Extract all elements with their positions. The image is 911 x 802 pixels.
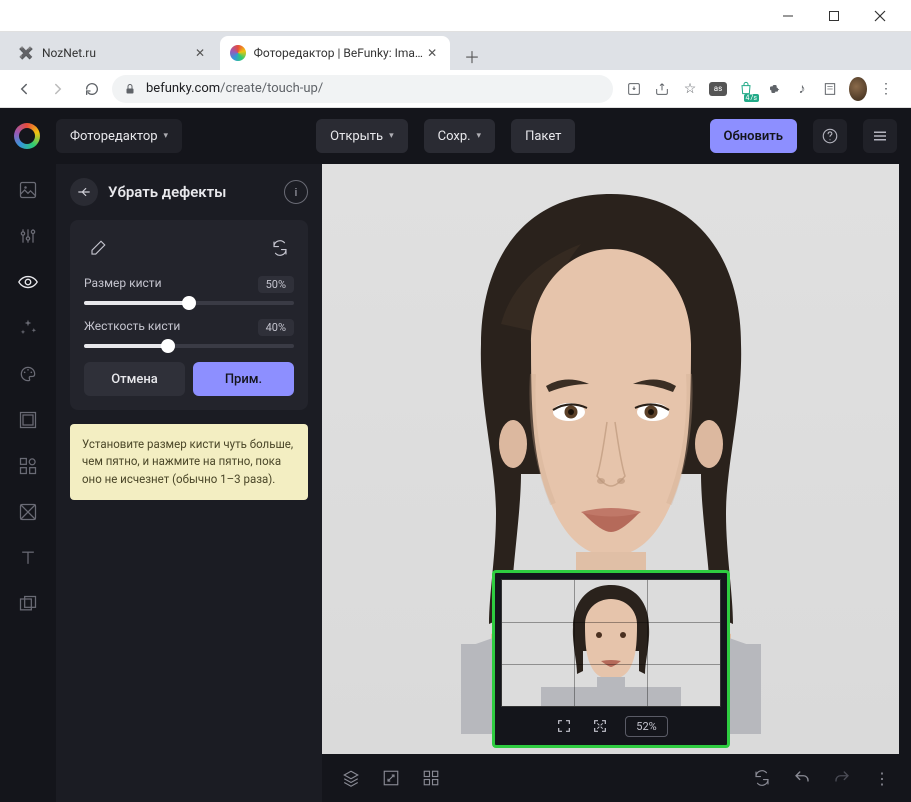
image-canvas[interactable]: 52% <box>322 164 899 754</box>
panel-back-button[interactable] <box>70 178 98 206</box>
cancel-button[interactable]: Отмена <box>84 362 185 396</box>
undo-icon[interactable] <box>791 767 813 789</box>
lock-icon <box>124 82 138 96</box>
brush-size-value: 50% <box>258 276 294 293</box>
chevron-down-icon: ▾ <box>164 131 169 141</box>
resize-icon[interactable] <box>380 767 402 789</box>
redo-icon[interactable] <box>831 767 853 789</box>
fullscreen-icon[interactable] <box>553 715 575 737</box>
profile-avatar[interactable] <box>849 80 867 98</box>
url-path: /create/touch-up/ <box>220 81 323 96</box>
eraser-icon[interactable] <box>84 234 112 262</box>
bookmark-star-icon[interactable]: ☆ <box>681 80 699 98</box>
navigator-thumbnail[interactable] <box>501 579 721 707</box>
grid-icon[interactable] <box>420 767 442 789</box>
chevron-down-icon: ▾ <box>477 131 482 141</box>
window-minimize-button[interactable] <box>765 0 811 32</box>
app-header: Фоторедактор ▾ Открыть ▾ Сохр. ▾ Пакет Обно… <box>0 108 911 164</box>
open-label: Открыть <box>330 129 383 144</box>
upgrade-button[interactable]: Обновить <box>710 119 797 153</box>
extension-lastfm-icon[interactable]: as <box>709 82 727 96</box>
browser-tab-strip: ✖️ NozNet.ru ✕ Фоторедактор | BeFunky: I… <box>0 32 911 70</box>
new-tab-button[interactable]: ＋ <box>458 42 486 70</box>
zoom-level-badge[interactable]: 52% <box>625 716 667 737</box>
batch-label: Пакет <box>525 129 561 144</box>
brush-size-slider[interactable]: Размер кисти 50% <box>84 276 294 305</box>
apply-button[interactable]: Прим. <box>193 362 294 396</box>
reading-list-icon[interactable] <box>821 80 839 98</box>
tab-close-icon[interactable]: ✕ <box>192 45 208 61</box>
window-controls <box>0 0 911 32</box>
extension-shopping-icon[interactable]: 47s <box>737 80 755 98</box>
tip-box: Установите размер кисти чуть больше, чем… <box>70 424 308 500</box>
canvas-area: 52% ⋮ <box>322 164 911 802</box>
batch-button[interactable]: Пакет <box>511 119 575 153</box>
browser-tab-befunky[interactable]: Фоторедактор | BeFunky: Image ✕ <box>220 36 450 70</box>
tool-rail <box>0 164 56 802</box>
befunky-logo-icon[interactable] <box>14 123 40 149</box>
menu-button[interactable] <box>863 119 897 153</box>
favicon-icon <box>230 45 246 61</box>
rail-edit-icon[interactable] <box>16 178 40 202</box>
upgrade-label: Обновить <box>724 129 783 144</box>
save-label: Сохр. <box>438 129 471 144</box>
rail-artsy-icon[interactable] <box>16 362 40 386</box>
url-domain: befunky.com <box>146 81 220 96</box>
info-button[interactable]: i <box>284 180 308 204</box>
window-maximize-button[interactable] <box>811 0 857 32</box>
nav-reload-button[interactable] <box>78 75 106 103</box>
rail-graphics-icon[interactable] <box>16 454 40 478</box>
browser-toolbar: befunky.com/create/touch-up/ ☆ as 47s ♪ … <box>0 70 911 108</box>
rail-effects-icon[interactable] <box>16 316 40 340</box>
panel-title: Убрать дефекты <box>108 183 274 201</box>
extensions-menu-icon[interactable] <box>765 80 783 98</box>
rail-textures-icon[interactable] <box>16 592 40 616</box>
hardness-slider[interactable]: Жесткость кисти 40% <box>84 319 294 348</box>
tab-title: Фоторедактор | BeFunky: Image <box>254 46 425 60</box>
editor-mode-dropdown[interactable]: Фоторедактор ▾ <box>56 119 182 153</box>
window-close-button[interactable] <box>857 0 903 32</box>
share-icon[interactable] <box>653 80 671 98</box>
save-dropdown[interactable]: Сохр. ▾ <box>424 119 495 153</box>
nav-back-button[interactable] <box>10 75 38 103</box>
brush-settings-card: Размер кисти 50% Жесткость кисти 40% Отмен… <box>70 220 308 410</box>
rail-frames-icon[interactable] <box>16 408 40 432</box>
favicon-icon: ✖️ <box>18 45 34 61</box>
bottom-toolbar: ⋮ <box>322 754 911 802</box>
browser-tab-noznet[interactable]: ✖️ NozNet.ru ✕ <box>8 36 218 70</box>
navigator-panel[interactable]: 52% <box>492 570 730 748</box>
nav-forward-button[interactable] <box>44 75 72 103</box>
help-button[interactable] <box>813 119 847 153</box>
rail-overlays-icon[interactable] <box>16 500 40 524</box>
extension-icons: ☆ as 47s ♪ ⋮ <box>619 80 901 98</box>
rail-text-icon[interactable] <box>16 546 40 570</box>
more-icon[interactable]: ⋮ <box>871 767 893 789</box>
app-root: Фоторедактор ▾ Открыть ▾ Сохр. ▾ Пакет Обно… <box>0 108 911 802</box>
brush-size-label: Размер кисти <box>84 276 162 293</box>
chevron-down-icon: ▾ <box>389 131 394 141</box>
tool-panel: Убрать дефекты i Размер кисти 50% Жесткос… <box>56 164 322 802</box>
install-app-icon[interactable] <box>625 80 643 98</box>
extension-music-icon[interactable]: ♪ <box>793 80 811 98</box>
rail-adjust-icon[interactable] <box>16 224 40 248</box>
open-dropdown[interactable]: Открыть ▾ <box>316 119 407 153</box>
fit-screen-icon[interactable] <box>589 715 611 737</box>
tab-close-icon[interactable]: ✕ <box>424 45 440 61</box>
editor-mode-label: Фоторедактор <box>70 129 158 144</box>
address-bar[interactable]: befunky.com/create/touch-up/ <box>112 75 613 103</box>
browser-menu-icon[interactable]: ⋮ <box>877 80 895 98</box>
reset-icon[interactable] <box>266 234 294 262</box>
layers-icon[interactable] <box>340 767 362 789</box>
hardness-value: 40% <box>258 319 294 336</box>
hardness-label: Жесткость кисти <box>84 319 180 336</box>
compare-icon[interactable] <box>751 767 773 789</box>
tab-title: NozNet.ru <box>42 46 96 60</box>
rail-touchup-icon[interactable] <box>16 270 40 294</box>
